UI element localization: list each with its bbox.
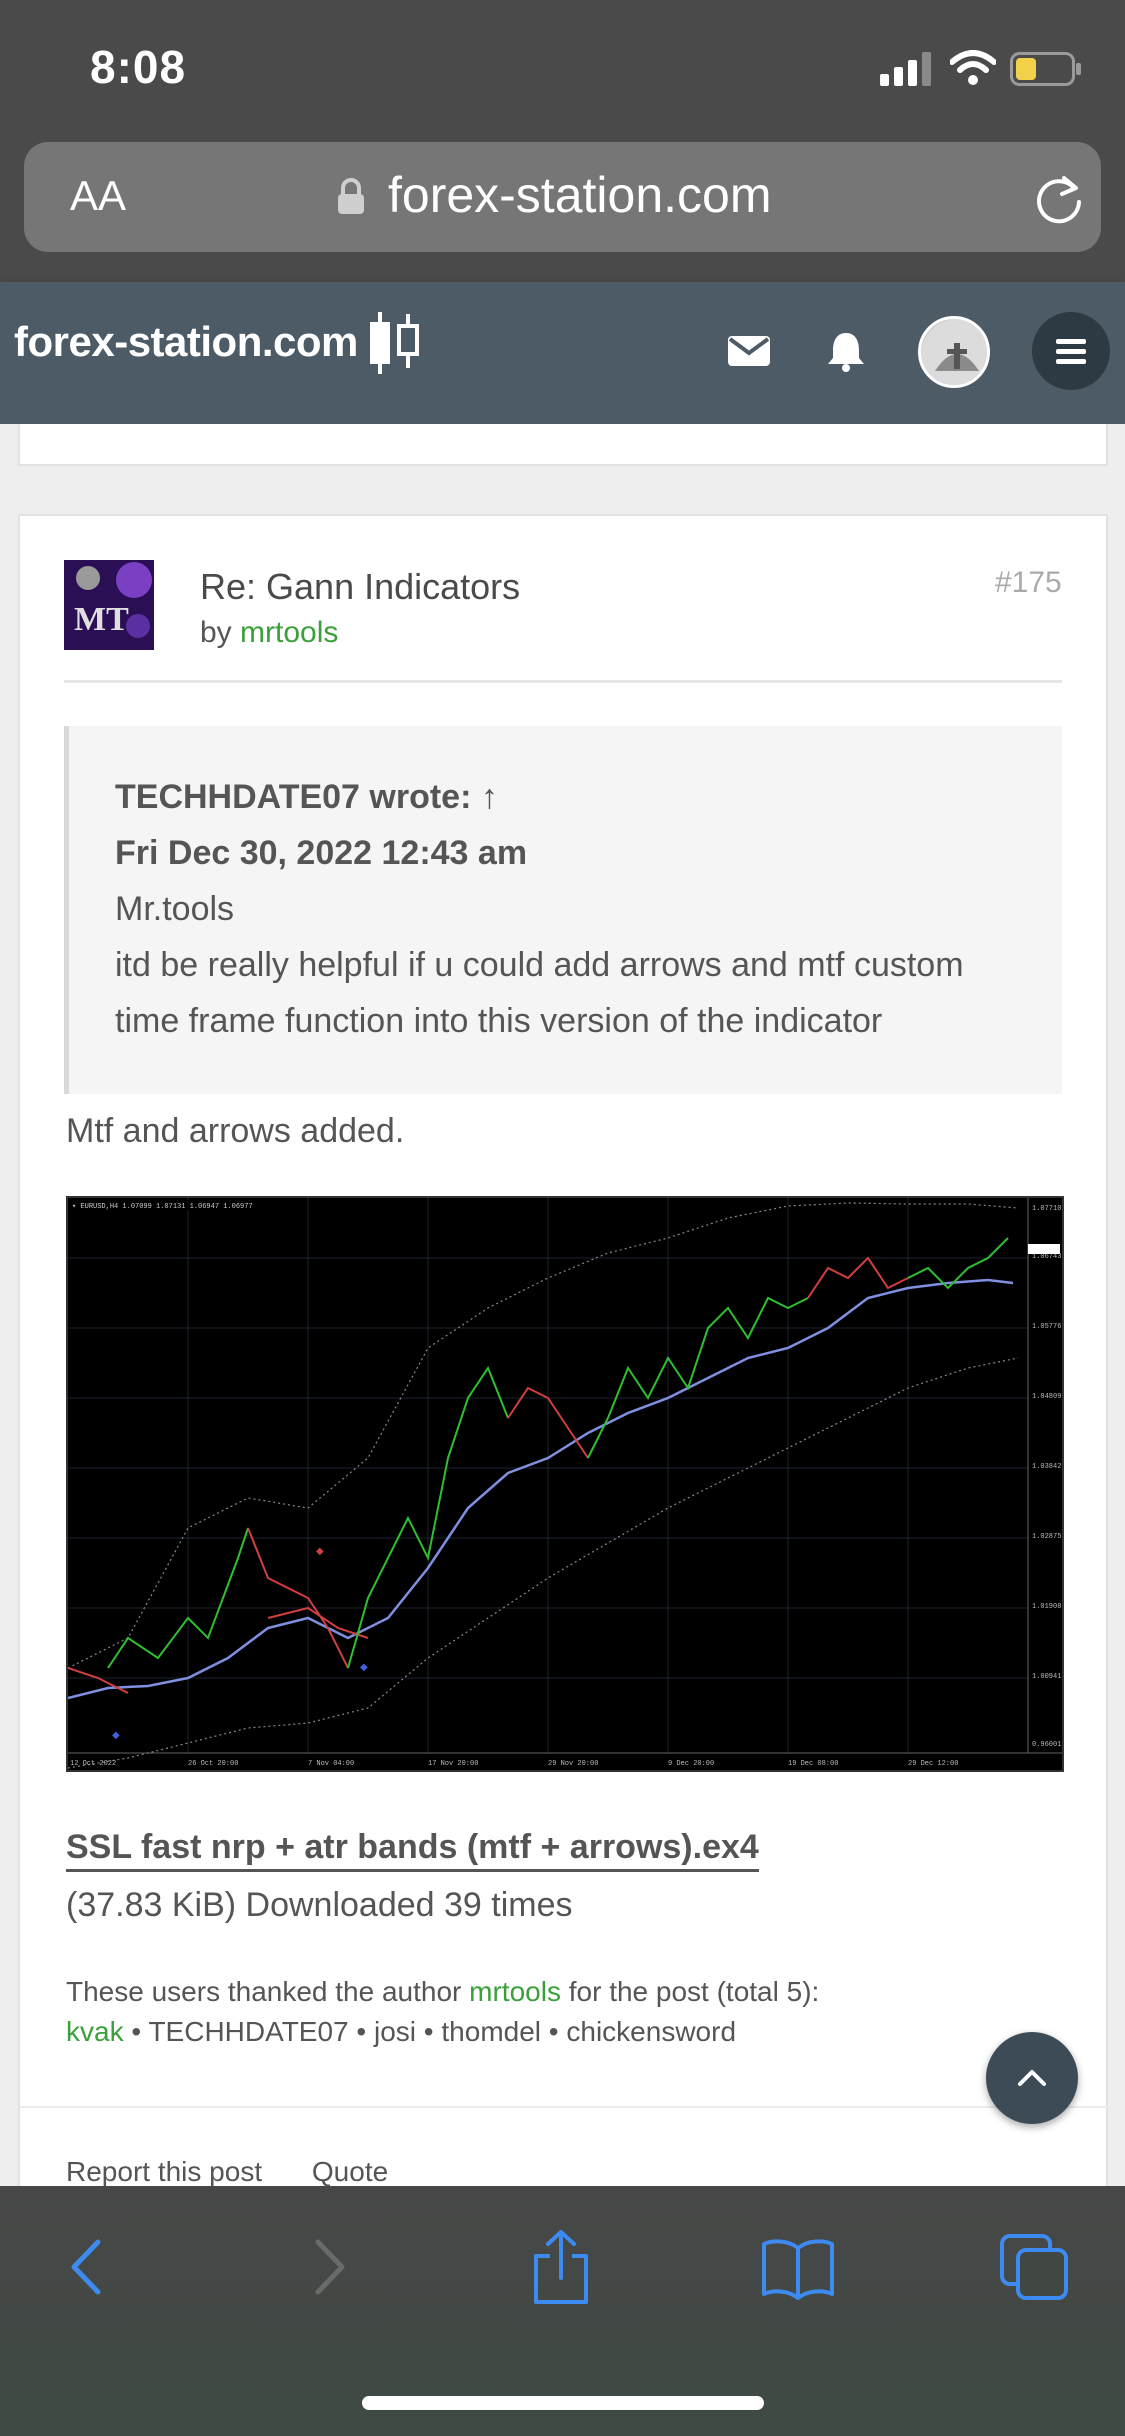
candlestick-chart-image: ▾ EURUSD,H4 1.07099 1.07131 1.06947 1.06… [68,1198,1062,1770]
svg-text:▾ EURUSD,H4 1.07099 1.07131 1.: ▾ EURUSD,H4 1.07099 1.07131 1.06947 1.06… [72,1203,253,1211]
candles-logo-icon [370,312,419,374]
tabs-icon[interactable] [998,2232,1070,2302]
svg-text:12 Oct 2022: 12 Oct 2022 [70,1760,116,1768]
thanked-user: chickensword [566,2016,737,2047]
divider [64,680,1062,683]
status-bar: 8:08 [0,0,1125,140]
bookmarks-icon[interactable] [760,2236,836,2300]
svg-text:1.05776: 1.05776 [1032,1323,1061,1331]
author-avatar[interactable]: MT [64,560,154,650]
quote-block: TECHHDATE07 wrote: ↑ Fri Dec 30, 2022 12… [64,726,1062,1094]
thanks-prefix: These users thanked the author [66,1976,462,2007]
separator: • [348,2016,374,2047]
svg-text:1.00941: 1.00941 [1032,1673,1061,1681]
attachment-link[interactable]: SSL fast nrp + atr bands (mtf + arrows).… [66,1828,759,1872]
post-number[interactable]: #175 [995,566,1062,600]
lock-icon [338,178,364,214]
svg-text:◆: ◆ [112,1730,120,1741]
site-header: forex-station.com [0,282,1125,424]
svg-text:29 Dec 12:00: 29 Dec 12:00 [908,1760,958,1768]
svg-text:7 Nov 04:00: 7 Nov 04:00 [308,1760,354,1768]
post-byline: by mrtools [200,616,338,650]
svg-text:MT: MT [74,601,129,638]
thanked-user: TECHHDATE07 [148,2016,349,2047]
quote-text-line: time frame function into this version of… [115,1002,883,1040]
quote-link[interactable]: Quote [312,2156,388,2186]
attachment-meta: (37.83 KiB) Downloaded 39 times [66,1886,573,1924]
thanks-author-link[interactable]: mrtools [469,1976,561,2007]
menu-icon [1056,339,1086,364]
thanked-user: josi [374,2016,417,2047]
chart-screenshot[interactable]: ▾ EURUSD,H4 1.07099 1.07131 1.06947 1.06… [66,1196,1064,1772]
svg-text:17 Nov 20:00: 17 Nov 20:00 [428,1760,478,1768]
author-link[interactable]: mrtools [240,616,338,649]
quote-author[interactable]: TECHHDATE07 wrote: ↑ [115,778,498,817]
status-time: 8:08 [90,41,187,93]
thanks-line: These users thanked the author mrtools f… [66,1976,819,2008]
thanked-user: thomdel [441,2016,542,2047]
url-text[interactable]: forex-station.com [388,166,771,224]
battery-icon [1010,52,1081,86]
previous-post-card [18,424,1108,466]
report-post-link[interactable]: Report this post [66,2156,262,2186]
svg-text:◆: ◆ [316,1546,324,1557]
svg-text:1.06743: 1.06743 [1032,1253,1061,1261]
svg-text:◆: ◆ [360,1662,368,1673]
svg-text:0.96001: 0.96001 [1032,1741,1061,1749]
reload-icon[interactable] [1034,172,1084,224]
quote-text-line: itd be really helpful if u could add arr… [115,946,964,984]
divider [20,2106,1110,2108]
separator: • [541,2016,567,2047]
page-content: MT Re: Gann Indicators by mrtools #175 T… [0,424,1125,2186]
post-card: MT Re: Gann Indicators by mrtools #175 T… [18,514,1110,2186]
thanks-suffix: for the post (total 5): [568,1976,820,2007]
mail-icon[interactable] [728,334,770,368]
chevron-up-icon [1018,2070,1046,2086]
svg-text:1.07710: 1.07710 [1032,1205,1061,1213]
reply-text: Mtf and arrows added. [66,1112,405,1150]
separator: • [416,2016,442,2047]
signal-icon [880,52,931,86]
user-avatar[interactable] [918,316,990,388]
thanks-users: kvak • TECHHDATE07 • josi • thomdel • ch… [66,2016,736,2048]
by-label: by [200,616,232,649]
post-title[interactable]: Re: Gann Indicators [200,566,520,608]
svg-text:1.04809: 1.04809 [1032,1393,1061,1401]
thanked-user-link[interactable]: kvak [66,2016,124,2047]
site-logo[interactable]: forex-station.com [14,318,358,366]
svg-text:29 Nov 20:00: 29 Nov 20:00 [548,1760,598,1768]
share-icon[interactable] [528,2228,594,2306]
svg-text:1.02875: 1.02875 [1032,1533,1061,1541]
address-bar[interactable]: AA forex-station.com [24,142,1101,252]
post-actions: Report this post Quote [66,2156,430,2186]
quote-date: Fri Dec 30, 2022 12:43 am [115,834,528,872]
wifi-icon [950,50,996,85]
home-indicator [362,2396,764,2410]
scroll-to-top-button[interactable] [986,2032,1078,2124]
menu-button[interactable] [1032,312,1110,390]
svg-text:1.01908: 1.01908 [1032,1603,1061,1611]
separator: • [123,2016,149,2047]
svg-text:19 Dec 08:00: 19 Dec 08:00 [788,1760,838,1768]
text-size-button[interactable]: AA [70,172,126,220]
svg-text:9 Dec 20:00: 9 Dec 20:00 [668,1760,714,1768]
quote-text-line: Mr.tools [115,890,235,928]
back-icon[interactable] [64,2234,108,2300]
forward-icon[interactable] [308,2234,352,2300]
bell-icon[interactable] [826,330,866,372]
svg-text:26 Oct 20:00: 26 Oct 20:00 [188,1760,238,1768]
svg-text:1.03842: 1.03842 [1032,1463,1061,1471]
